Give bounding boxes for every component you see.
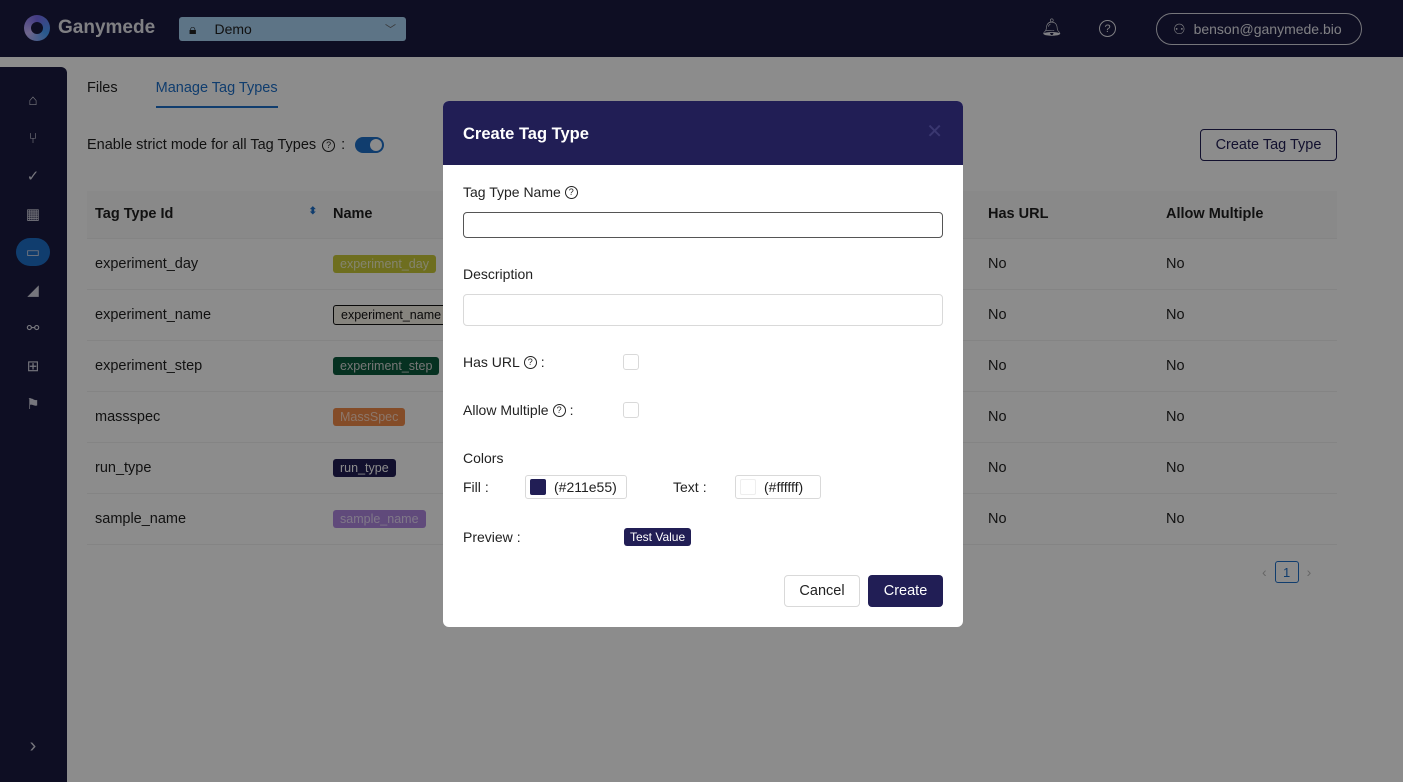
colon: : [516, 529, 521, 545]
fill-value: (#211e55) [554, 479, 617, 495]
allow-multiple-checkbox[interactable] [623, 402, 639, 418]
fill-swatch [530, 479, 546, 495]
help-icon[interactable]: ? [523, 355, 537, 369]
tag-type-name-input[interactable] [463, 212, 943, 238]
fill-color-picker[interactable]: (#211e55) [525, 475, 627, 499]
create-tag-type-modal: Create Tag Type ✕ Tag Type Name? Descrip… [443, 101, 963, 627]
has-url-label: Has URL?: [463, 354, 545, 370]
colors-label: Colors [463, 450, 504, 466]
fill-label: Fill: [463, 479, 489, 495]
colon: : [540, 354, 545, 370]
label-text: Fill [463, 479, 481, 495]
label-text: Text [673, 479, 699, 495]
has-url-checkbox[interactable] [623, 354, 639, 370]
modal-title: Create Tag Type [443, 101, 963, 165]
colon: : [484, 479, 489, 495]
help-icon[interactable]: ? [552, 403, 566, 417]
close-icon[interactable]: ✕ [926, 119, 943, 144]
colon: : [569, 402, 574, 418]
colon: : [702, 479, 707, 495]
label-text: Preview [463, 529, 513, 545]
text-color-picker[interactable]: (#ffffff) [735, 475, 821, 499]
tag-type-name-label: Tag Type Name? [463, 184, 578, 200]
text-swatch [740, 479, 756, 495]
help-icon[interactable]: ? [564, 185, 578, 199]
create-button[interactable]: Create [868, 575, 943, 607]
cancel-button[interactable]: Cancel [784, 575, 860, 607]
allow-multiple-label: Allow Multiple?: [463, 402, 573, 418]
text-value: (#ffffff) [764, 479, 804, 495]
label-text: Has URL [463, 354, 520, 370]
label-text: Allow Multiple [463, 402, 549, 418]
description-input[interactable] [463, 294, 943, 326]
description-label: Description [463, 266, 534, 282]
text-color-label: Text: [673, 479, 707, 495]
preview-tag: Test Value [624, 528, 692, 546]
preview-label: Preview: [463, 529, 521, 545]
label-text: Tag Type Name [463, 184, 561, 200]
